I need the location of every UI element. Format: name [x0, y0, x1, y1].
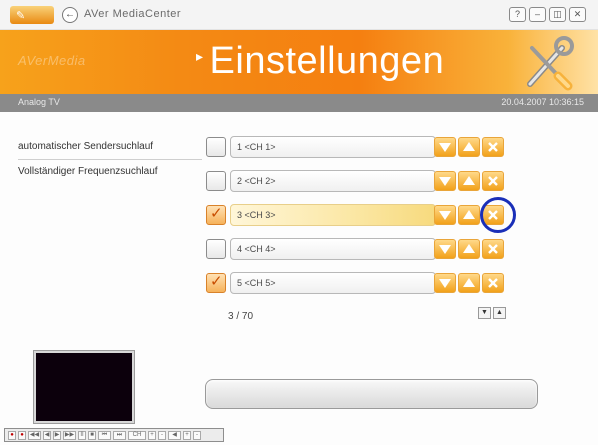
channel-label: 5 <CH 5> [237, 278, 276, 288]
channel-checkbox[interactable] [206, 239, 226, 259]
player-control-button[interactable]: ▶▶ [63, 430, 76, 440]
move-down-button[interactable] [434, 137, 456, 157]
menu-item-full-frequency-scan[interactable]: Vollständiger Frequenzsuchlauf [18, 166, 158, 177]
channel-label: 4 <CH 4> [237, 244, 276, 254]
player-control-button[interactable]: ◀◀ [28, 430, 41, 440]
channel-name-field[interactable]: 4 <CH 4> [230, 238, 436, 260]
app-title: AVer MediaCenter [84, 8, 182, 20]
move-up-button[interactable] [458, 273, 480, 293]
channel-name-field[interactable]: 2 <CH 2> [230, 170, 436, 192]
brand-watermark: AVerMedia [18, 53, 86, 68]
page-up-button[interactable]: ▲ [493, 307, 506, 319]
player-control-strip: ● ● ◀◀ ◀ ▶ ▶▶ II ■ ⏮ ⏭ CH + - ◀ + - [4, 428, 224, 442]
menu-divider [18, 159, 202, 160]
tv-preview [34, 351, 134, 423]
channel-row[interactable]: 4 <CH 4> [206, 237, 524, 261]
header-banner: AVerMedia ▸ Einstellungen [0, 30, 598, 94]
player-control-button[interactable]: ▶ [53, 430, 61, 440]
channel-label: 1 <CH 1> [237, 142, 276, 152]
minimize-button[interactable]: – [529, 7, 546, 22]
player-control-button[interactable]: + [148, 430, 156, 440]
channel-checkbox[interactable]: ✓ [206, 273, 226, 293]
move-up-button[interactable] [458, 137, 480, 157]
channel-name-field[interactable]: 3 <CH 3> [230, 204, 436, 226]
channel-row[interactable]: ✓ 5 <CH 5> [206, 271, 524, 295]
move-down-button[interactable] [434, 239, 456, 259]
player-control-button[interactable]: + [183, 430, 191, 440]
page-title: ▸ Einstellungen [196, 40, 444, 83]
checkmark-icon: ✓ [210, 205, 223, 222]
player-control-button[interactable]: ⏮ [98, 430, 111, 440]
player-control-button[interactable]: ⏭ [113, 430, 126, 440]
channel-label: 3 <CH 3> [237, 210, 276, 220]
help-button[interactable]: ? [509, 7, 526, 22]
move-down-button[interactable] [434, 205, 456, 225]
player-control-button[interactable]: ■ [88, 430, 96, 440]
delete-channel-button[interactable] [482, 273, 504, 293]
channel-count: 3 / 70 [228, 311, 254, 322]
player-control-button[interactable]: ◀ [43, 430, 51, 440]
source-label: Analog TV [18, 97, 60, 107]
move-up-button[interactable] [458, 239, 480, 259]
player-control-button[interactable]: ● [8, 430, 16, 440]
restore-button[interactable]: ◫ [549, 7, 566, 22]
channel-checkbox[interactable]: ✓ [206, 205, 226, 225]
player-control-button[interactable]: ● [18, 430, 26, 440]
title-bar: ✎ ← AVer MediaCenter ? – ◫ ✕ [0, 0, 598, 30]
player-control-button[interactable]: CH [128, 430, 146, 440]
move-down-button[interactable] [434, 273, 456, 293]
move-up-button[interactable] [458, 171, 480, 191]
move-up-button[interactable] [458, 205, 480, 225]
app-logo-tab[interactable]: ✎ [10, 6, 54, 24]
channel-name-field[interactable]: 5 <CH 5> [230, 272, 436, 294]
channel-name-field[interactable]: 1 <CH 1> [230, 136, 436, 158]
player-control-button[interactable]: - [193, 430, 201, 440]
channel-row[interactable]: 1 <CH 1> [206, 135, 524, 159]
delete-channel-button[interactable] [482, 171, 504, 191]
status-strip: Analog TV 20.04.2007 10:36:15 [0, 94, 598, 112]
delete-channel-button[interactable] [482, 239, 504, 259]
channel-checkbox[interactable] [206, 137, 226, 157]
scan-progress-bar [205, 379, 538, 409]
window-controls: ? – ◫ ✕ [509, 7, 586, 22]
checkmark-icon: ✓ [210, 273, 223, 290]
channel-row[interactable]: ✓ 3 <CH 3> [206, 203, 524, 227]
datetime-label: 20.04.2007 10:36:15 [501, 97, 584, 107]
page-down-button[interactable]: ▼ [478, 307, 491, 319]
player-control-button[interactable]: II [78, 430, 86, 440]
menu-item-auto-scan[interactable]: automatischer Sendersuchlauf [18, 141, 153, 152]
back-button[interactable]: ← [62, 7, 78, 23]
player-control-button[interactable]: ◀ [168, 430, 181, 440]
channel-row[interactable]: 2 <CH 2> [206, 169, 524, 193]
aver-mediacenter-window: ✎ ← AVer MediaCenter ? – ◫ ✕ AVerMedia ▸… [0, 0, 598, 445]
list-paging: ▼ ▲ [478, 307, 506, 319]
page-title-text: Einstellungen [209, 40, 445, 82]
logo-mark-icon: ✎ [16, 10, 26, 22]
move-down-button[interactable] [434, 171, 456, 191]
close-button[interactable]: ✕ [569, 7, 586, 22]
channel-label: 2 <CH 2> [237, 176, 276, 186]
highlight-ring [480, 197, 516, 233]
channel-checkbox[interactable] [206, 171, 226, 191]
delete-channel-button[interactable] [482, 137, 504, 157]
tools-icon [527, 36, 574, 91]
title-bullet-icon: ▸ [196, 48, 204, 65]
player-control-button[interactable]: - [158, 430, 166, 440]
